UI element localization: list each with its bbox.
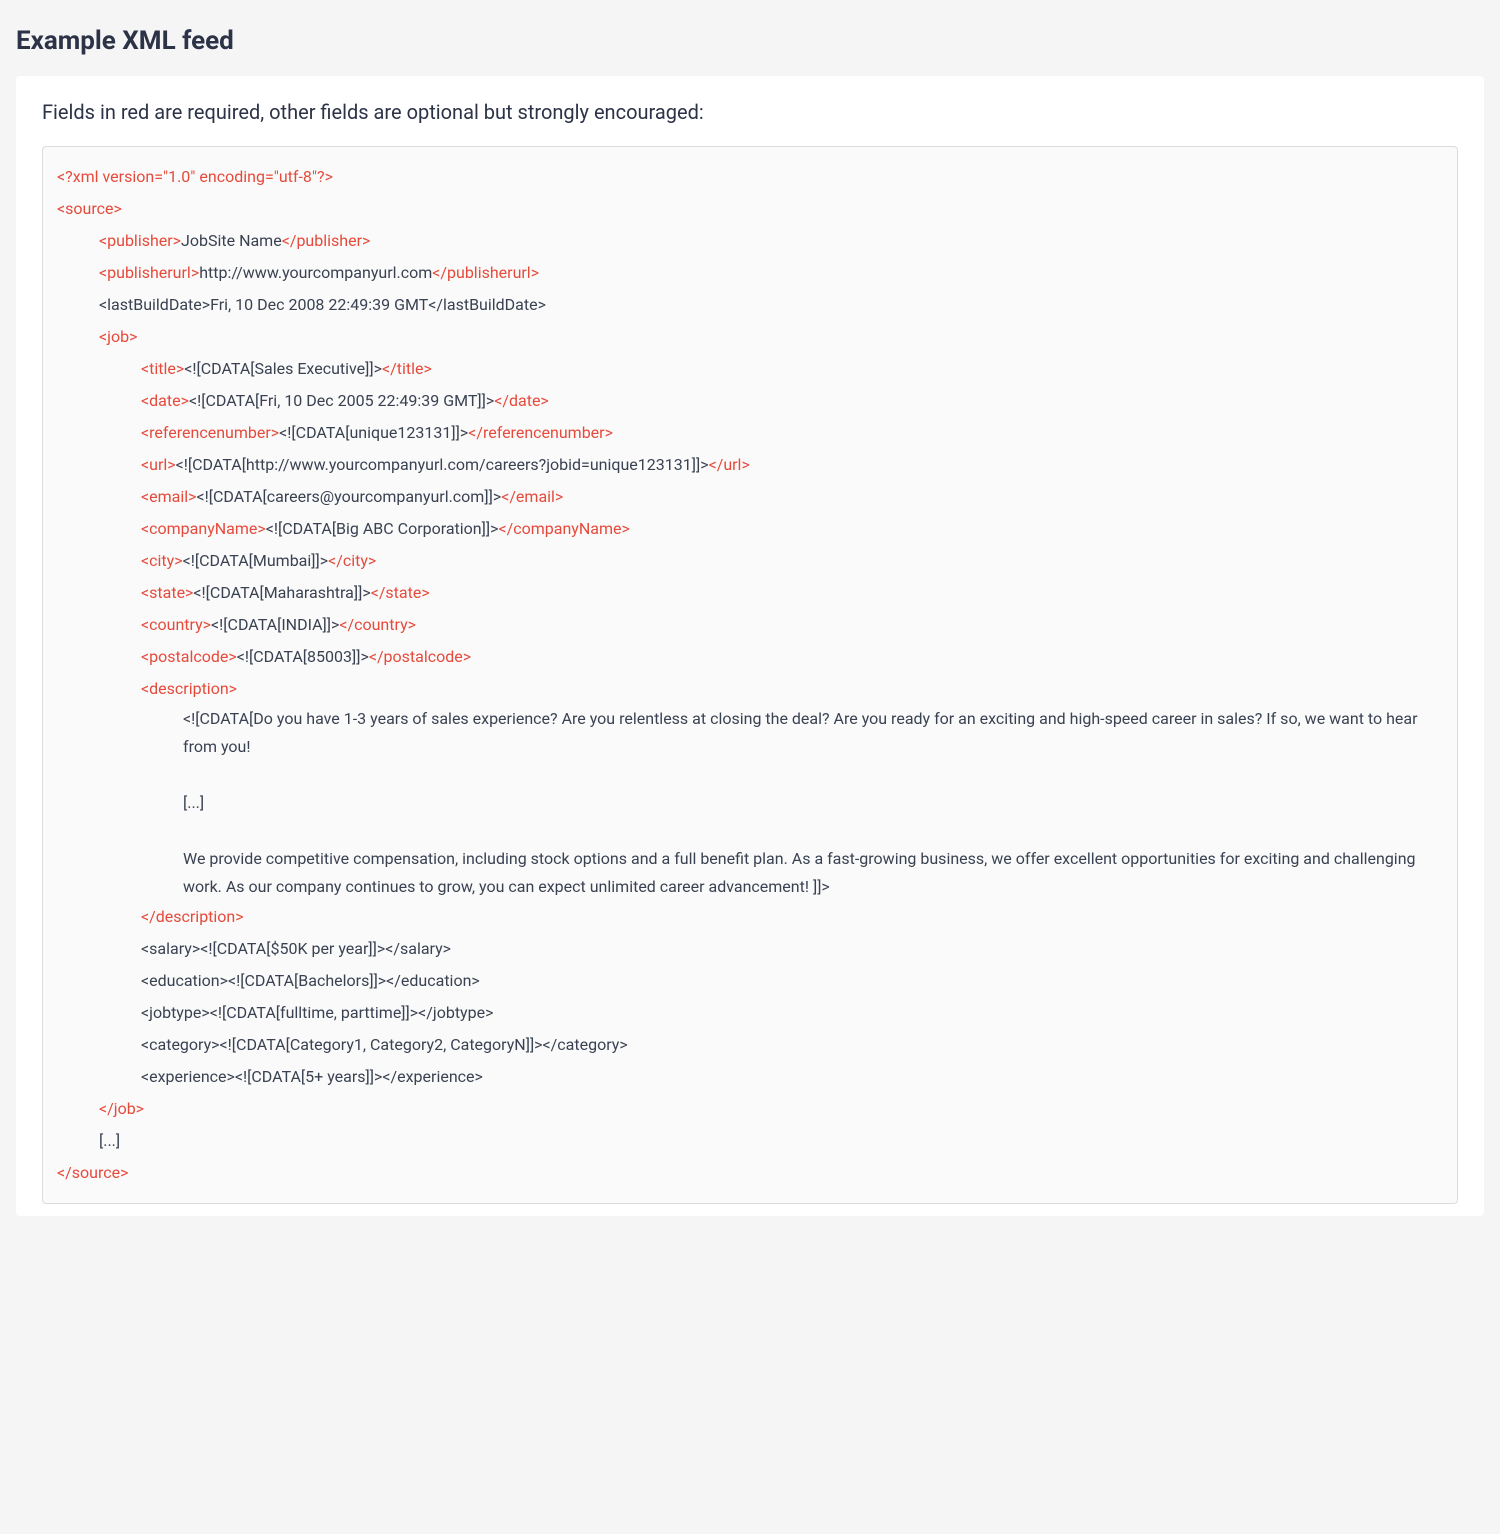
postalcode-line: <postalcode><![CDATA[85003]]></postalcod… — [57, 641, 1443, 673]
city-open: <city> — [141, 551, 183, 570]
state-value: <![CDATA[Maharashtra]]> — [193, 583, 370, 602]
category-text: <category><![CDATA[Category1, Category2,… — [141, 1035, 628, 1054]
date-open: <date> — [141, 391, 189, 410]
title-line: <title><![CDATA[Sales Executive]]></titl… — [57, 353, 1443, 385]
salary-line: <salary><![CDATA[$50K per year]]></salar… — [57, 933, 1443, 965]
lastbuilddate-text: <lastBuildDate>Fri, 10 Dec 2008 22:49:39… — [99, 295, 546, 314]
url-open: <url> — [141, 455, 176, 474]
desc-paragraph-3: We provide competitive compensation, inc… — [183, 845, 1443, 901]
xml-code-block: <?xml version="1.0" encoding="utf-8"?> <… — [42, 146, 1458, 1204]
reference-line: <referencenumber><![CDATA[unique123131]]… — [57, 417, 1443, 449]
state-line: <state><![CDATA[Maharashtra]]></state> — [57, 577, 1443, 609]
education-text: <education><![CDATA[Bachelors]]></educat… — [141, 971, 480, 990]
job-close: </job> — [57, 1093, 1443, 1125]
ref-open: <referencenumber> — [141, 423, 279, 442]
description-open: <description> — [57, 673, 1443, 705]
state-close: </state> — [371, 583, 430, 602]
city-close: </city> — [328, 551, 376, 570]
url-line: <url><![CDATA[http://www.yourcompanyurl.… — [57, 449, 1443, 481]
url-value: <![CDATA[http://www.yourcompanyurl.com/c… — [176, 455, 709, 474]
description-close-tag: </description> — [141, 907, 244, 926]
source-open-tag: <source> — [57, 199, 122, 218]
postal-close: </postalcode> — [369, 647, 471, 666]
job-close-tag: </job> — [99, 1099, 144, 1118]
publisherurl-open: <publisherurl> — [99, 263, 199, 282]
job-open: <job> — [57, 321, 1443, 353]
publisher-line: <publisher>JobSite Name</publisher> — [57, 225, 1443, 257]
publisherurl-line: <publisherurl>http://www.yourcompanyurl.… — [57, 257, 1443, 289]
country-line: <country><![CDATA[INDIA]]></country> — [57, 609, 1443, 641]
postal-open: <postalcode> — [141, 647, 237, 666]
publisher-close: </publisher> — [282, 231, 371, 250]
source-open: <source> — [57, 193, 1443, 225]
publisherurl-value: http://www.yourcompanyurl.com — [199, 263, 432, 282]
page-title: Example XML feed — [16, 26, 1484, 56]
job-open-tag: <job> — [99, 327, 137, 346]
lastbuilddate-line: <lastBuildDate>Fri, 10 Dec 2008 22:49:39… — [57, 289, 1443, 321]
description-content: <![CDATA[Do you have 1-3 years of sales … — [57, 705, 1443, 901]
page-container: Example XML feed Fields in red are requi… — [0, 0, 1500, 1216]
city-value: <![CDATA[Mumbai]]> — [183, 551, 329, 570]
postal-value: <![CDATA[85003]]> — [237, 647, 369, 666]
email-close: </email> — [501, 487, 563, 506]
country-open: <country> — [141, 615, 211, 634]
ref-close: </referencenumber> — [468, 423, 613, 442]
xml-decl-text: <?xml version="1.0" encoding="utf-8"?> — [57, 167, 333, 186]
date-close: </date> — [494, 391, 549, 410]
jobs-ellipsis: [...] — [57, 1125, 1443, 1157]
ellipsis-text: [...] — [99, 1131, 120, 1150]
source-close: </source> — [57, 1157, 1443, 1189]
publisherurl-close: </publisherurl> — [432, 263, 539, 282]
xml-declaration: <?xml version="1.0" encoding="utf-8"?> — [57, 161, 1443, 193]
desc-paragraph-2: [...] — [183, 789, 1443, 817]
salary-text: <salary><![CDATA[$50K per year]]></salar… — [141, 939, 451, 958]
intro-text: Fields in red are required, other fields… — [42, 100, 1458, 124]
date-value: <![CDATA[Fri, 10 Dec 2005 22:49:39 GMT]]… — [189, 391, 494, 410]
description-close: </description> — [57, 901, 1443, 933]
jobtype-text: <jobtype><![CDATA[fulltime, parttime]]><… — [141, 1003, 493, 1022]
date-line: <date><![CDATA[Fri, 10 Dec 2005 22:49:39… — [57, 385, 1443, 417]
publisher-value: JobSite Name — [181, 231, 282, 250]
country-close: </country> — [339, 615, 416, 634]
company-close: </companyName> — [498, 519, 629, 538]
publisher-open: <publisher> — [99, 231, 181, 250]
ref-value: <![CDATA[unique123131]]> — [279, 423, 468, 442]
company-line: <companyName><![CDATA[Big ABC Corporatio… — [57, 513, 1443, 545]
email-open: <email> — [141, 487, 197, 506]
desc-paragraph-1: <![CDATA[Do you have 1-3 years of sales … — [183, 705, 1443, 761]
state-open: <state> — [141, 583, 193, 602]
email-line: <email><![CDATA[careers@yourcompanyurl.c… — [57, 481, 1443, 513]
description-open-tag: <description> — [141, 679, 237, 698]
company-value: <![CDATA[Big ABC Corporation]]> — [266, 519, 499, 538]
title-value: <![CDATA[Sales Executive]]> — [184, 359, 382, 378]
education-line: <education><![CDATA[Bachelors]]></educat… — [57, 965, 1443, 997]
country-value: <![CDATA[INDIA]]> — [211, 615, 339, 634]
jobtype-line: <jobtype><![CDATA[fulltime, parttime]]><… — [57, 997, 1443, 1029]
city-line: <city><![CDATA[Mumbai]]></city> — [57, 545, 1443, 577]
url-close: </url> — [709, 455, 750, 474]
category-line: <category><![CDATA[Category1, Category2,… — [57, 1029, 1443, 1061]
title-open: <title> — [141, 359, 184, 378]
company-open: <companyName> — [141, 519, 266, 538]
content-card: Fields in red are required, other fields… — [16, 76, 1484, 1216]
experience-text: <experience><![CDATA[5+ years]]></experi… — [141, 1067, 483, 1086]
experience-line: <experience><![CDATA[5+ years]]></experi… — [57, 1061, 1443, 1093]
title-close: </title> — [382, 359, 432, 378]
email-value: <![CDATA[careers@yourcompanyurl.com]]> — [197, 487, 502, 506]
source-close-tag: </source> — [57, 1163, 128, 1182]
